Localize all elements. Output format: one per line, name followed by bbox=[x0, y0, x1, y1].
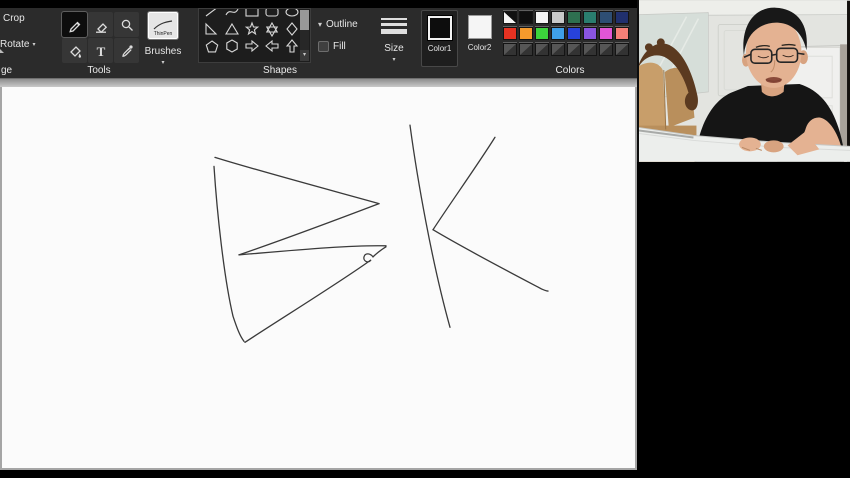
sofa-carving bbox=[656, 38, 665, 47]
magnifier-tool[interactable] bbox=[114, 12, 139, 37]
color-swatch[interactable] bbox=[583, 27, 597, 40]
text-tool[interactable]: T bbox=[88, 38, 113, 63]
fill-label: Fill bbox=[333, 41, 346, 52]
fill-bucket-tool[interactable] bbox=[62, 38, 87, 63]
ellipse-shape[interactable] bbox=[282, 9, 301, 20]
scrollbar-thumb[interactable] bbox=[300, 10, 309, 30]
brushes-button[interactable]: Brushes bbox=[136, 46, 190, 57]
thinpen-label: ThinPen bbox=[153, 31, 173, 37]
drawn-stroke bbox=[238, 202, 380, 256]
empty-color-slot[interactable] bbox=[615, 43, 629, 56]
drawn-stroke bbox=[432, 229, 549, 292]
pencil-tool[interactable] bbox=[61, 11, 88, 38]
color-swatch[interactable] bbox=[599, 27, 613, 40]
color-swatch[interactable] bbox=[535, 11, 549, 24]
color-swatch[interactable] bbox=[503, 27, 517, 40]
empty-color-slot[interactable] bbox=[599, 43, 613, 56]
size-button[interactable]: Size bbox=[372, 43, 416, 54]
arrow-up-shape[interactable] bbox=[282, 38, 301, 54]
pen-stroke-icon bbox=[153, 20, 173, 30]
color-swatch[interactable] bbox=[599, 11, 613, 24]
rounded-rectangle-shape[interactable] bbox=[262, 9, 281, 20]
shapes-grid bbox=[202, 9, 310, 54]
rectangle-shape[interactable] bbox=[242, 9, 261, 20]
empty-color-slot[interactable] bbox=[567, 43, 581, 56]
color2-button[interactable]: Color2 bbox=[461, 10, 498, 67]
tools-group-label: Tools bbox=[87, 65, 111, 76]
color2-swatch bbox=[467, 15, 492, 39]
scroll-down-icon[interactable]: ▾ bbox=[300, 50, 309, 61]
color-swatch[interactable] bbox=[551, 27, 565, 40]
rotate-button[interactable]: Rotate ▾ bbox=[0, 39, 35, 50]
colors-group-label: Colors bbox=[555, 65, 585, 76]
empty-color-slot[interactable] bbox=[503, 43, 517, 56]
shapes-panel: ▾ bbox=[198, 8, 311, 63]
toolbar: Crop Rotate ▾ ge T Tools ThinPen Brushes… bbox=[0, 8, 637, 78]
sofa-cushion-1 bbox=[639, 62, 666, 132]
chevron-down-icon: ▾ bbox=[161, 60, 165, 66]
rotate-label: Rotate bbox=[0, 39, 30, 50]
line-shape[interactable] bbox=[202, 9, 221, 20]
color2-label: Color2 bbox=[467, 43, 492, 52]
drawn-stroke bbox=[214, 156, 380, 205]
color1-button[interactable]: Color1 bbox=[421, 10, 458, 67]
drawn-stroke bbox=[244, 246, 387, 343]
color1-swatch bbox=[426, 15, 453, 41]
freehand-drawing-bk bbox=[213, 124, 549, 343]
fill-dropdown[interactable]: Fill bbox=[318, 41, 346, 52]
color1-label: Color1 bbox=[427, 44, 452, 53]
tools-grid: T bbox=[61, 11, 139, 63]
outline-label: Outline bbox=[326, 19, 358, 30]
empty-color-slot[interactable] bbox=[551, 43, 565, 56]
color-swatch[interactable] bbox=[615, 11, 629, 24]
person-hand bbox=[763, 140, 784, 153]
drawn-stroke bbox=[409, 124, 451, 328]
color-swatch[interactable] bbox=[583, 11, 597, 24]
color-swatch[interactable] bbox=[535, 27, 549, 40]
color-swatch[interactable] bbox=[567, 27, 581, 40]
hexagon-shape[interactable] bbox=[222, 38, 241, 54]
svg-text:T: T bbox=[96, 44, 105, 59]
arrow-left-shape[interactable] bbox=[262, 38, 281, 54]
fill-icon bbox=[318, 41, 329, 52]
chevron-down-icon: ▾ bbox=[32, 41, 36, 48]
color-swatch[interactable] bbox=[615, 27, 629, 40]
color-swatch[interactable] bbox=[551, 11, 565, 24]
ribbon-divider bbox=[0, 78, 637, 87]
color-palette bbox=[503, 11, 631, 59]
triangle-shape[interactable] bbox=[222, 21, 241, 37]
arrow-right-shape[interactable] bbox=[242, 38, 261, 54]
split-color-swatch[interactable] bbox=[503, 11, 517, 24]
shapes-group-label: Shapes bbox=[263, 65, 297, 76]
eraser-tool[interactable] bbox=[88, 12, 113, 37]
chevron-down-icon: ▾ bbox=[392, 57, 396, 63]
webcam-overlay bbox=[637, 0, 850, 162]
star-shape[interactable] bbox=[242, 21, 261, 37]
diamond-shape[interactable] bbox=[282, 21, 301, 37]
color-swatch[interactable] bbox=[519, 27, 533, 40]
empty-color-slot[interactable] bbox=[583, 43, 597, 56]
shapes-scrollbar[interactable]: ▾ bbox=[300, 10, 309, 61]
paint-app-window: Crop Rotate ▾ ge T Tools ThinPen Brushes… bbox=[0, 8, 637, 470]
size-icon bbox=[381, 18, 407, 37]
image-group-label: ge bbox=[1, 65, 13, 76]
color-swatch[interactable] bbox=[567, 11, 581, 24]
drawn-stroke bbox=[432, 136, 496, 231]
sofa-carving bbox=[644, 43, 653, 52]
pentagon-shape[interactable] bbox=[202, 38, 221, 54]
chevron-down-icon: ▾ bbox=[318, 19, 323, 29]
drawn-stroke bbox=[213, 165, 245, 342]
right-triangle-shape[interactable] bbox=[202, 21, 221, 37]
screen: Crop Rotate ▾ ge T Tools ThinPen Brushes… bbox=[0, 0, 850, 478]
webcam-scene bbox=[639, 0, 850, 162]
drawing-canvas[interactable] bbox=[0, 87, 637, 470]
curve-shape[interactable] bbox=[222, 9, 241, 20]
empty-color-slot[interactable] bbox=[519, 43, 533, 56]
color-swatch[interactable] bbox=[519, 11, 533, 24]
crop-button[interactable]: Crop bbox=[3, 13, 25, 24]
empty-color-slot[interactable] bbox=[535, 43, 549, 56]
thinpen-brush-button[interactable]: ThinPen bbox=[148, 12, 178, 39]
six-point-star-shape[interactable] bbox=[262, 21, 281, 37]
outline-dropdown[interactable]: ▾ Outline bbox=[318, 19, 358, 30]
